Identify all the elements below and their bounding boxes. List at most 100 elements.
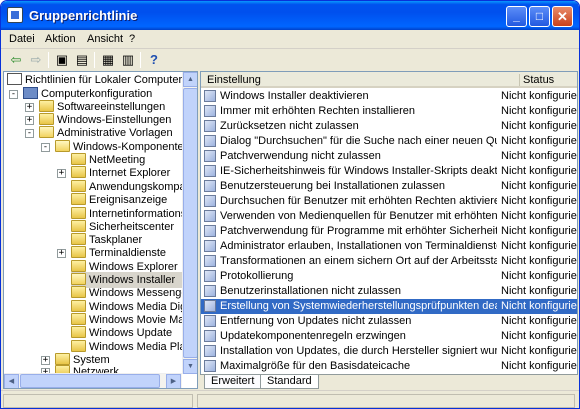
- policy-setting-icon: [204, 150, 216, 162]
- menu-bar: Datei Aktion Ansicht ?: [1, 30, 579, 49]
- scroll-up-icon[interactable]: ▲: [183, 72, 197, 87]
- policy-setting-icon: [204, 300, 216, 312]
- maximize-button[interactable]: □: [529, 6, 550, 27]
- folder-icon: [71, 286, 86, 298]
- scroll-thumb-horizontal[interactable]: [20, 374, 160, 388]
- folder-icon: [71, 300, 86, 312]
- list-item[interactable]: Installation von Updates, die durch Hers…: [201, 344, 577, 359]
- list-item[interactable]: Transformationen an einem sichern Ort au…: [201, 254, 577, 269]
- list-item[interactable]: Durchsuchen für Benutzer mit erhöhten Re…: [201, 194, 577, 209]
- policy-setting-icon: [204, 120, 216, 132]
- policy-setting-icon: [204, 225, 216, 237]
- folder-icon: [39, 113, 54, 125]
- tab-erweitert[interactable]: Erweitert: [204, 375, 262, 389]
- folder-icon: [71, 207, 86, 219]
- list-item[interactable]: Protokollierung Nicht konfiguriert: [201, 269, 577, 284]
- title-bar[interactable]: Gruppenrichtlinie _ □ ✕: [1, 1, 579, 30]
- list-item[interactable]: Immer mit erhöhten Rechten installieren N…: [201, 104, 577, 119]
- properties-icon[interactable]: ▦: [99, 51, 117, 68]
- status-field-left: [3, 394, 193, 408]
- tree-pane: Richtlinien für Lokaler Computer - Compu…: [3, 71, 198, 389]
- folder-icon: [71, 220, 86, 232]
- policy-setting-icon: [204, 135, 216, 147]
- forward-icon[interactable]: ⇨: [27, 51, 45, 68]
- menu-help[interactable]: ?: [129, 33, 135, 45]
- policy-setting-icon: [204, 360, 216, 372]
- folder-icon: [71, 233, 86, 245]
- list-item[interactable]: Benutzerinstallationen nicht zulassen Nic…: [201, 284, 577, 299]
- column-header-setting[interactable]: Einstellung: [207, 74, 261, 86]
- list-item-selected[interactable]: Erstellung von Systemwiederherstellungsp…: [201, 299, 577, 314]
- folder-icon: [55, 365, 70, 373]
- list-item[interactable]: Patchverwendung für Programme mit erhöht…: [201, 224, 577, 239]
- list-item[interactable]: Patchverwendung nicht zulassen Nicht konf…: [201, 149, 577, 164]
- policy-setting-icon: [204, 195, 216, 207]
- show-tree-icon[interactable]: ▤: [73, 51, 91, 68]
- scroll-left-icon[interactable]: ◀: [4, 374, 19, 388]
- list-item[interactable]: Updatekomponentenregeln erzwingen Nicht k…: [201, 329, 577, 344]
- folder-icon: [71, 326, 86, 338]
- collapse-icon[interactable]: -: [25, 129, 34, 138]
- folder-icon: [71, 180, 86, 192]
- folder-icon: [71, 340, 86, 352]
- folder-icon: [71, 313, 86, 325]
- tab-standard[interactable]: Standard: [260, 375, 319, 389]
- tree-horizontal-scrollbar[interactable]: ◀ ▶: [4, 373, 182, 388]
- column-header-status[interactable]: Status: [523, 74, 554, 86]
- policy-setting-icon: [204, 165, 216, 177]
- minimize-button[interactable]: _: [506, 6, 527, 27]
- list-item[interactable]: IE-Sicherheitshinweis für Windows Instal…: [201, 164, 577, 179]
- close-button[interactable]: ✕: [552, 6, 573, 27]
- scroll-right-icon[interactable]: ▶: [166, 374, 181, 388]
- group-policy-window: Gruppenrichtlinie _ □ ✕ Datei Aktion Ans…: [0, 0, 580, 409]
- export-list-icon[interactable]: ▥: [119, 51, 137, 68]
- menu-datei[interactable]: Datei: [9, 33, 35, 45]
- folder-icon: [71, 246, 86, 258]
- policy-setting-icon: [204, 285, 216, 297]
- list-item[interactable]: Zurücksetzen nicht zulassen Nicht konfigu…: [201, 119, 577, 134]
- open-folder-icon: [71, 273, 86, 285]
- policy-doc-icon: [7, 73, 22, 85]
- expand-icon[interactable]: +: [25, 116, 34, 125]
- expand-icon[interactable]: +: [57, 249, 66, 258]
- list-item[interactable]: Windows Installer deaktivieren Nicht konf…: [201, 89, 577, 104]
- policy-setting-icon: [204, 180, 216, 192]
- help-icon[interactable]: ?: [145, 51, 163, 68]
- computer-icon: [23, 87, 38, 99]
- policy-setting-icon: [204, 255, 216, 267]
- collapse-icon[interactable]: -: [41, 143, 50, 152]
- policy-setting-icon: [204, 270, 216, 282]
- back-icon[interactable]: ⇦: [7, 51, 25, 68]
- folder-icon: [39, 100, 54, 112]
- open-folder-icon: [55, 140, 70, 152]
- policy-setting-icon: [204, 315, 216, 327]
- menu-aktion[interactable]: Aktion: [45, 33, 76, 45]
- window-title: Gruppenrichtlinie: [29, 8, 138, 23]
- folder-icon: [71, 193, 86, 205]
- folder-icon: [71, 166, 86, 178]
- settings-list-pane: Einstellung Status Windows Installer dea…: [200, 71, 578, 387]
- scroll-thumb[interactable]: [183, 88, 197, 358]
- scroll-down-icon[interactable]: ▼: [183, 359, 197, 374]
- list-item[interactable]: Dialog "Durchsuchen" für die Suche nach …: [201, 134, 577, 149]
- policy-setting-icon: [204, 105, 216, 117]
- list-item[interactable]: Verwenden von Medienquellen für Benutzer…: [201, 209, 577, 224]
- collapse-icon[interactable]: -: [9, 90, 18, 99]
- status-bar: [1, 390, 579, 408]
- expand-icon[interactable]: +: [25, 103, 34, 112]
- policy-setting-icon: [204, 210, 216, 222]
- list-header: Einstellung Status: [201, 72, 577, 88]
- policy-setting-icon: [204, 240, 216, 252]
- expand-icon[interactable]: +: [57, 169, 66, 178]
- up-folder-icon[interactable]: ▣: [53, 51, 71, 68]
- policy-setting-icon: [204, 345, 216, 357]
- list-item[interactable]: Benutzersteuerung bei Installationen zul…: [201, 179, 577, 194]
- tree-vertical-scrollbar[interactable]: ▲ ▼: [182, 72, 197, 374]
- view-tabs: Erweitert Standard: [200, 374, 578, 389]
- list-item[interactable]: Administrator erlauben, Installationen v…: [201, 239, 577, 254]
- list-item[interactable]: Maximalgröße für den Basisdateicache Nich…: [201, 359, 577, 374]
- menu-ansicht[interactable]: Ansicht: [87, 33, 123, 45]
- tree-item-netzwerk[interactable]: + Netzwerk: [39, 364, 184, 373]
- list-item[interactable]: Entfernung von Updates nicht zulassen Nic…: [201, 314, 577, 329]
- folder-icon: [71, 260, 86, 272]
